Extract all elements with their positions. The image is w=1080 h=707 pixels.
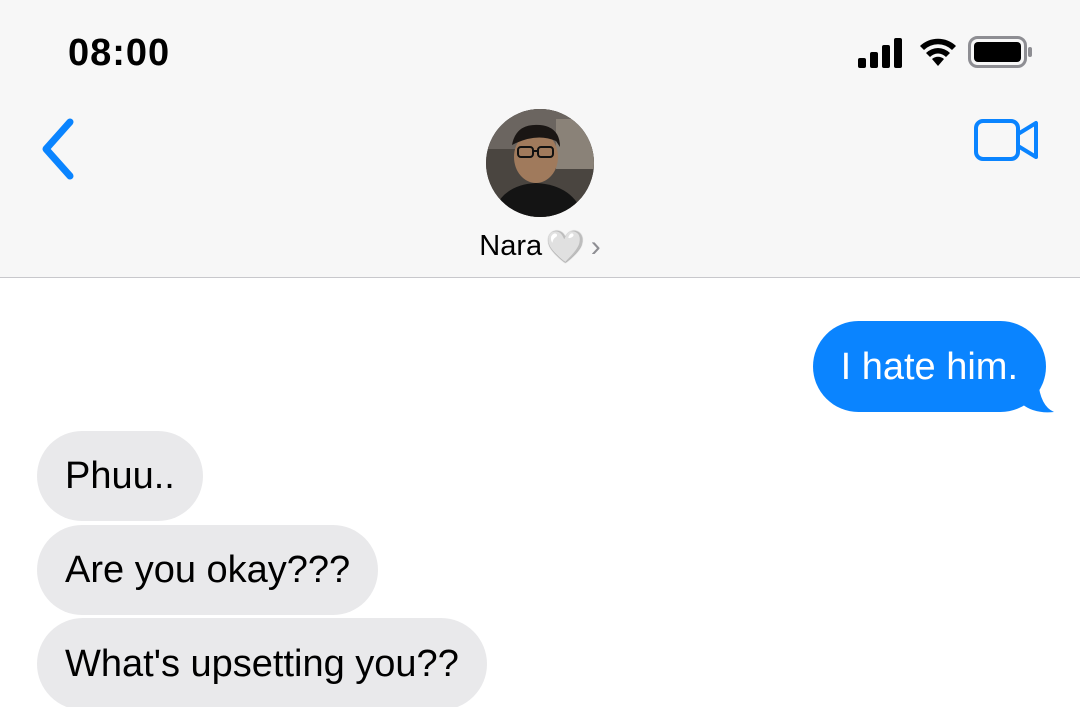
wifi-icon <box>920 38 956 66</box>
message-bubble-received[interactable]: Phuu.. <box>37 431 203 521</box>
video-call-button[interactable] <box>974 118 1040 162</box>
back-button[interactable] <box>36 116 84 182</box>
status-time: 08:00 <box>68 32 171 74</box>
contact-name-button[interactable]: Nara 🤍 › <box>0 228 1080 265</box>
conversation-header: 08:00 Nara 🤍 › <box>0 0 1080 278</box>
avatar-photo <box>486 109 594 217</box>
message-bubble-received[interactable]: What's upsetting you?? <box>37 618 487 707</box>
message-bubble-sent[interactable]: I hate him. <box>812 321 1046 412</box>
messages-screen: 08:00 Nara 🤍 › I hate him. Phuu.. Are yo… <box>0 0 1080 707</box>
cellular-signal-icon <box>858 38 902 68</box>
battery-icon <box>968 36 1032 68</box>
contact-avatar[interactable] <box>486 109 594 217</box>
chevron-left-icon <box>42 118 74 180</box>
white-heart-icon: 🤍 <box>546 229 585 264</box>
contact-name: Nara <box>479 230 543 262</box>
bubble-tail <box>1020 380 1054 413</box>
message-bubble-received[interactable]: Are you okay??? <box>37 525 379 615</box>
video-camera-icon <box>974 119 1038 161</box>
chevron-right-icon: › <box>590 229 601 263</box>
